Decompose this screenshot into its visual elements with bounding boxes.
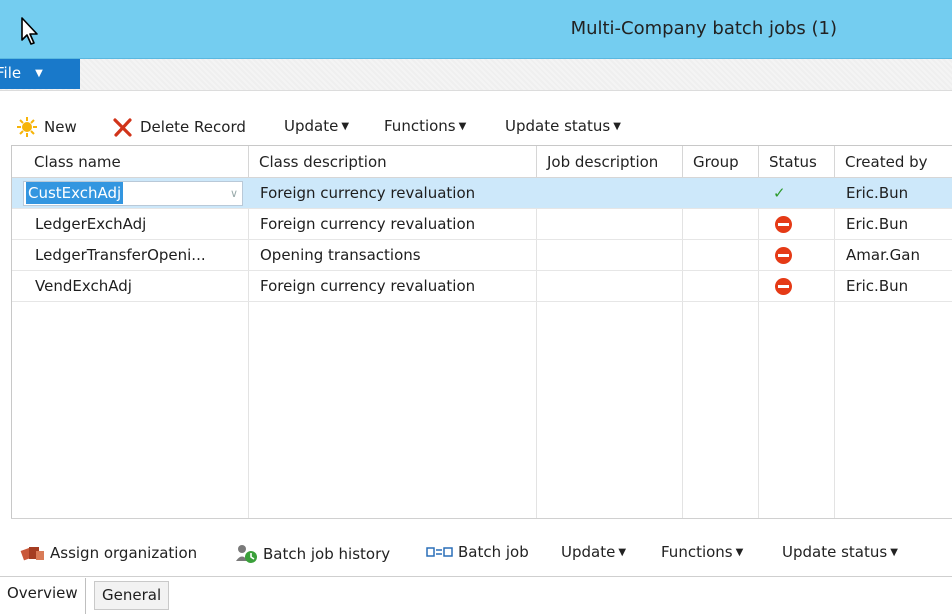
tab-general[interactable]: General [94, 581, 170, 610]
batch-job-icon [426, 547, 453, 557]
caret-down-icon: ▼ [35, 68, 43, 79]
stop-icon [775, 278, 792, 295]
bottom-functions-menu-button[interactable]: Functions ▼ [661, 543, 743, 561]
table-row[interactable]: LedgerExchAdj Foreign currency revaluati… [12, 209, 952, 240]
bottom-toolbar: Assign organization Batch job history Ba… [0, 536, 952, 570]
delete-record-label: Delete Record [140, 118, 246, 136]
bottom-update-status-label: Update status [782, 543, 888, 561]
menu-bar: File ▼ [0, 59, 952, 91]
column-header-group[interactable]: Group [683, 146, 759, 178]
class-name-cell: LedgerExchAdj [35, 215, 147, 233]
bottom-functions-label: Functions [661, 543, 733, 561]
class-description-cell: Opening transactions [260, 246, 421, 264]
class-name-cell[interactable]: CustExchAdj [26, 182, 124, 204]
file-menu-button[interactable]: File ▼ [0, 59, 80, 89]
batch-job-history-label: Batch job history [263, 545, 391, 563]
column-header-class-description[interactable]: Class description [249, 146, 537, 178]
created-by-cell: Eric.Bun [846, 184, 909, 202]
column-header-status[interactable]: Status [759, 146, 835, 178]
file-menu-label: File [0, 64, 22, 82]
column-header-created-by[interactable]: Created by [835, 146, 952, 178]
detail-tabs: Overview General [0, 576, 952, 614]
class-description-cell: Foreign currency revaluation [260, 215, 476, 233]
caret-down-icon: ▼ [458, 120, 467, 132]
created-by-cell: Amar.Gan [846, 246, 920, 264]
caret-down-icon: ▼ [890, 546, 898, 558]
title-bar: Multi-Company batch jobs (1) [0, 0, 952, 59]
table-row[interactable]: VendExchAdj Foreign currency revaluation… [12, 271, 952, 302]
batch-jobs-grid: Class name Class description Job descrip… [11, 145, 952, 518]
functions-menu-button[interactable]: Functions ▼ [384, 117, 466, 135]
batch-job-history-button[interactable]: Batch job history [234, 543, 390, 565]
assign-organization-label: Assign organization [50, 544, 198, 562]
caret-down-icon: ▼ [618, 546, 627, 558]
caret-down-icon: ▼ [613, 120, 621, 132]
assign-organization-button[interactable]: Assign organization [20, 543, 197, 563]
chevron-down-icon[interactable]: ∨ [226, 181, 242, 206]
status-cell [759, 240, 835, 270]
column-header-class-name[interactable]: Class name [24, 146, 249, 178]
column-header-job-description[interactable]: Job description [537, 146, 683, 178]
update-status-label: Update status [505, 117, 611, 135]
update-label: Update [284, 117, 339, 135]
status-cell [759, 209, 835, 239]
divider [11, 518, 952, 519]
new-button[interactable]: New [17, 117, 77, 137]
update-status-menu-button[interactable]: Update status ▼ [505, 117, 621, 135]
delete-x-icon [113, 118, 132, 137]
class-name-cell: LedgerTransferOpeni... [35, 246, 206, 264]
table-row[interactable]: CustExchAdj ∨ Foreign currency revaluati… [12, 178, 952, 209]
batch-job-label: Batch job [458, 543, 529, 561]
caret-down-icon: ▼ [735, 546, 744, 558]
table-row[interactable]: LedgerTransferOpeni... Opening transacti… [12, 240, 952, 271]
stop-icon [775, 216, 792, 233]
new-label: New [44, 118, 77, 136]
batch-job-button[interactable]: Batch job [426, 543, 529, 561]
organization-icon [20, 547, 44, 561]
created-by-cell: Eric.Bun [846, 277, 909, 295]
class-description-cell: Foreign currency revaluation [260, 184, 476, 202]
bottom-update-label: Update [561, 543, 616, 561]
checkmark-icon: ✓ [773, 184, 786, 202]
bottom-update-menu-button[interactable]: Update ▼ [561, 543, 626, 561]
update-menu-button[interactable]: Update ▼ [284, 117, 349, 135]
action-toolbar: New Delete Record Update ▼ Functions ▼ Upd… [0, 110, 952, 144]
new-sun-icon [17, 117, 37, 137]
class-description-cell: Foreign currency revaluation [260, 277, 476, 295]
tab-overview[interactable]: Overview [0, 578, 86, 614]
caret-down-icon: ▼ [341, 120, 350, 132]
window-title: Multi-Company batch jobs (1) [570, 18, 837, 39]
delete-record-button[interactable]: Delete Record [112, 117, 246, 137]
created-by-cell: Eric.Bun [846, 215, 909, 233]
class-name-cell: VendExchAdj [35, 277, 132, 295]
stop-icon [775, 247, 792, 264]
bottom-update-status-menu-button[interactable]: Update status ▼ [782, 543, 898, 561]
history-icon [236, 545, 257, 563]
status-cell: ✓ [759, 178, 835, 208]
status-cell [759, 271, 835, 301]
cursor-arrow-icon [21, 17, 38, 45]
functions-label: Functions [384, 117, 456, 135]
